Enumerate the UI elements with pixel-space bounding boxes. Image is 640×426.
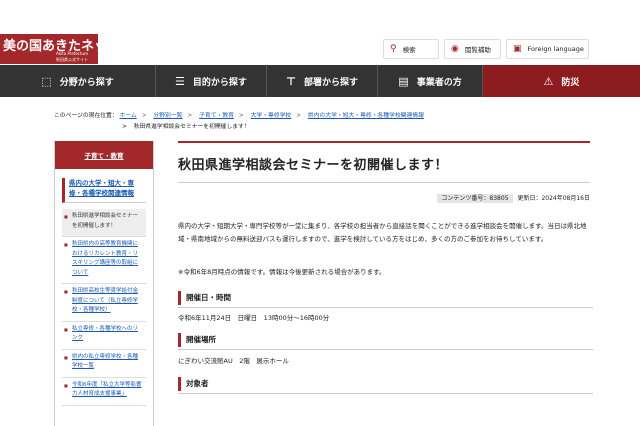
content-number-label: コンテンツ番号： <box>441 195 490 202</box>
nav-item-by-purpose[interactable]: ☰ 目的から探す <box>156 65 267 97</box>
sidebar-item-recurrent[interactable]: 秋田県内の高等教育機関におけるリカレント教育・リスキリング講座等の取組について <box>62 237 146 284</box>
sidebar-item-school-list[interactable]: 県内の私立専修学校・各種学校一覧 <box>62 350 146 378</box>
content-number: コンテンツ番号：83805 <box>437 194 513 203</box>
nav-item-by-field[interactable]: ⬚ 分野から探す <box>0 65 156 97</box>
org-icon: ⊤ <box>285 74 297 88</box>
breadcrumb-current: 秋田県進学相談会セミナーを初開催します！ <box>133 124 250 130</box>
breadcrumb-separator: > <box>122 124 127 130</box>
updated-date-value: 2024年08月16日 <box>541 195 590 202</box>
list-icon: ☰ <box>175 74 185 88</box>
language-icon: ▣ <box>513 43 522 54</box>
briefcase-icon: ▤ <box>398 74 409 88</box>
updated-date-label: 更新日： <box>517 195 542 202</box>
page: 美の国あきたネット Akita Prefecture 秋田県公式サイト ⚲ 検索… <box>0 0 640 426</box>
breadcrumb-link-fields[interactable]: 分野別一覧 <box>153 113 182 119</box>
breadcrumb-prefix: このページの現在位置： <box>54 113 118 119</box>
nav-item-business[interactable]: ▤ 事業者の方 <box>378 65 483 97</box>
updated-date: 更新日：2024年08月16日 <box>517 195 590 202</box>
title-top-border <box>178 141 590 143</box>
title-divider <box>178 182 590 183</box>
sidebar-title[interactable]: 子育て・教育 <box>55 141 153 169</box>
heading-datetime: 開催日・時間 <box>178 291 593 308</box>
logo-subtext-en: Akita Prefecture <box>56 51 89 56</box>
breadcrumb-separator: > <box>141 113 147 119</box>
sidebar-item-school-links[interactable]: 私立専修・各種学校へのリンク <box>62 322 146 350</box>
foreign-language-button[interactable]: ▣ Foreign language <box>506 39 589 59</box>
info-note: ※令和6年8月時点の情報です。情報は今後更新される場合があります。 <box>178 268 386 276</box>
page-title: 秋田県進学相談会セミナーを初開催します！ <box>178 158 449 173</box>
breadcrumb-link-universities[interactable]: 大学・専修学校 <box>251 113 292 119</box>
map-icon: ⬚ <box>41 74 52 88</box>
eye-icon: ◉ <box>451 43 459 54</box>
sidebar-item-support-program[interactable]: 令和6年度「私立大学等影響力人材育成支援事業」 <box>62 378 146 406</box>
warning-icon: ⚠ <box>543 74 554 88</box>
nav-item-disaster[interactable]: ⚠ 防災 <box>483 65 640 97</box>
nav-item-label: 事業者の方 <box>416 77 462 88</box>
intro-paragraph: 県内の大学・短期大学・専門学校等が一堂に集まり、各学校の担当者から直接話を聞くこ… <box>178 222 587 243</box>
sidebar-item-scholarship[interactable]: 秋田県高校生等奨学給付金制度について（私立専修学校・各種学校） <box>62 284 146 322</box>
breadcrumb-link-schools-info[interactable]: 県内の大学・短大・専修・各種学校関連情報 <box>308 113 424 119</box>
nav-item-label: 防災 <box>561 77 580 88</box>
heading-target: 対象者 <box>178 377 593 394</box>
breadcrumb-link-home[interactable]: ホーム <box>120 113 137 119</box>
breadcrumb-separator: > <box>187 113 193 119</box>
breadcrumb: このページの現在位置： ホーム > 分野別一覧 > 子育て・教育 > 大学・専修学校 >… <box>54 111 614 133</box>
search-button-label: 検索 <box>402 46 416 54</box>
event-datetime: 令和6年11月24日 日曜日 13時00分～16時00分 <box>178 314 330 322</box>
breadcrumb-separator: > <box>296 113 302 119</box>
accessibility-button-label: 閲覧補助 <box>464 46 491 54</box>
sidebar-item-current: 秋田県進学相談会セミナーを初開催します！ <box>62 209 146 237</box>
content-number-value: 83805 <box>489 195 509 202</box>
sidebar: 子育て・教育 県内の大学・短大・専修・各種学校関連情報 秋田県進学相談会セミナー… <box>54 141 154 426</box>
heading-venue: 開催場所 <box>178 333 593 350</box>
search-button[interactable]: ⚲ 検索 <box>383 39 439 59</box>
nav-item-label: 部署から探す <box>304 77 359 88</box>
logo-subtext-ja: 秋田県公式サイト <box>56 57 88 62</box>
search-icon: ⚲ <box>390 43 397 54</box>
main-content: 秋田県進学相談会セミナーを初開催します！ コンテンツ番号：83805 更新日：2… <box>178 141 593 394</box>
sidebar-subtitle[interactable]: 県内の大学・短大・専修・各種学校関連情報 <box>62 178 146 203</box>
breadcrumb-separator: > <box>238 113 244 119</box>
foreign-language-button-label: Foreign language <box>527 45 584 53</box>
nav-item-label: 分野から探す <box>59 77 114 88</box>
site-logo[interactable]: 美の国あきたネット Akita Prefecture 秋田県公式サイト <box>0 34 120 64</box>
site-header: 美の国あきたネット Akita Prefecture 秋田県公式サイト ⚲ 検索… <box>0 0 640 68</box>
content-meta: コンテンツ番号：83805 更新日：2024年08月16日 <box>437 193 590 203</box>
nav-item-label: 目的から探す <box>192 77 247 88</box>
nav-item-by-department[interactable]: ⊤ 部署から探す <box>267 65 378 97</box>
breadcrumb-link-childcare[interactable]: 子育て・教育 <box>199 113 234 119</box>
sidebar-list: 秋田県進学相談会セミナーを初開催します！ 秋田県内の高等教育機関におけるリカレン… <box>62 209 146 406</box>
global-nav: ⬚ 分野から探す ☰ 目的から探す ⊤ 部署から探す ▤ 事業者の方 ⚠ 防災 <box>0 65 640 97</box>
accessibility-button[interactable]: ◉ 閲覧補助 <box>444 39 501 59</box>
event-venue: にぎわい交流館AU 2階 展示ホール <box>178 357 289 365</box>
